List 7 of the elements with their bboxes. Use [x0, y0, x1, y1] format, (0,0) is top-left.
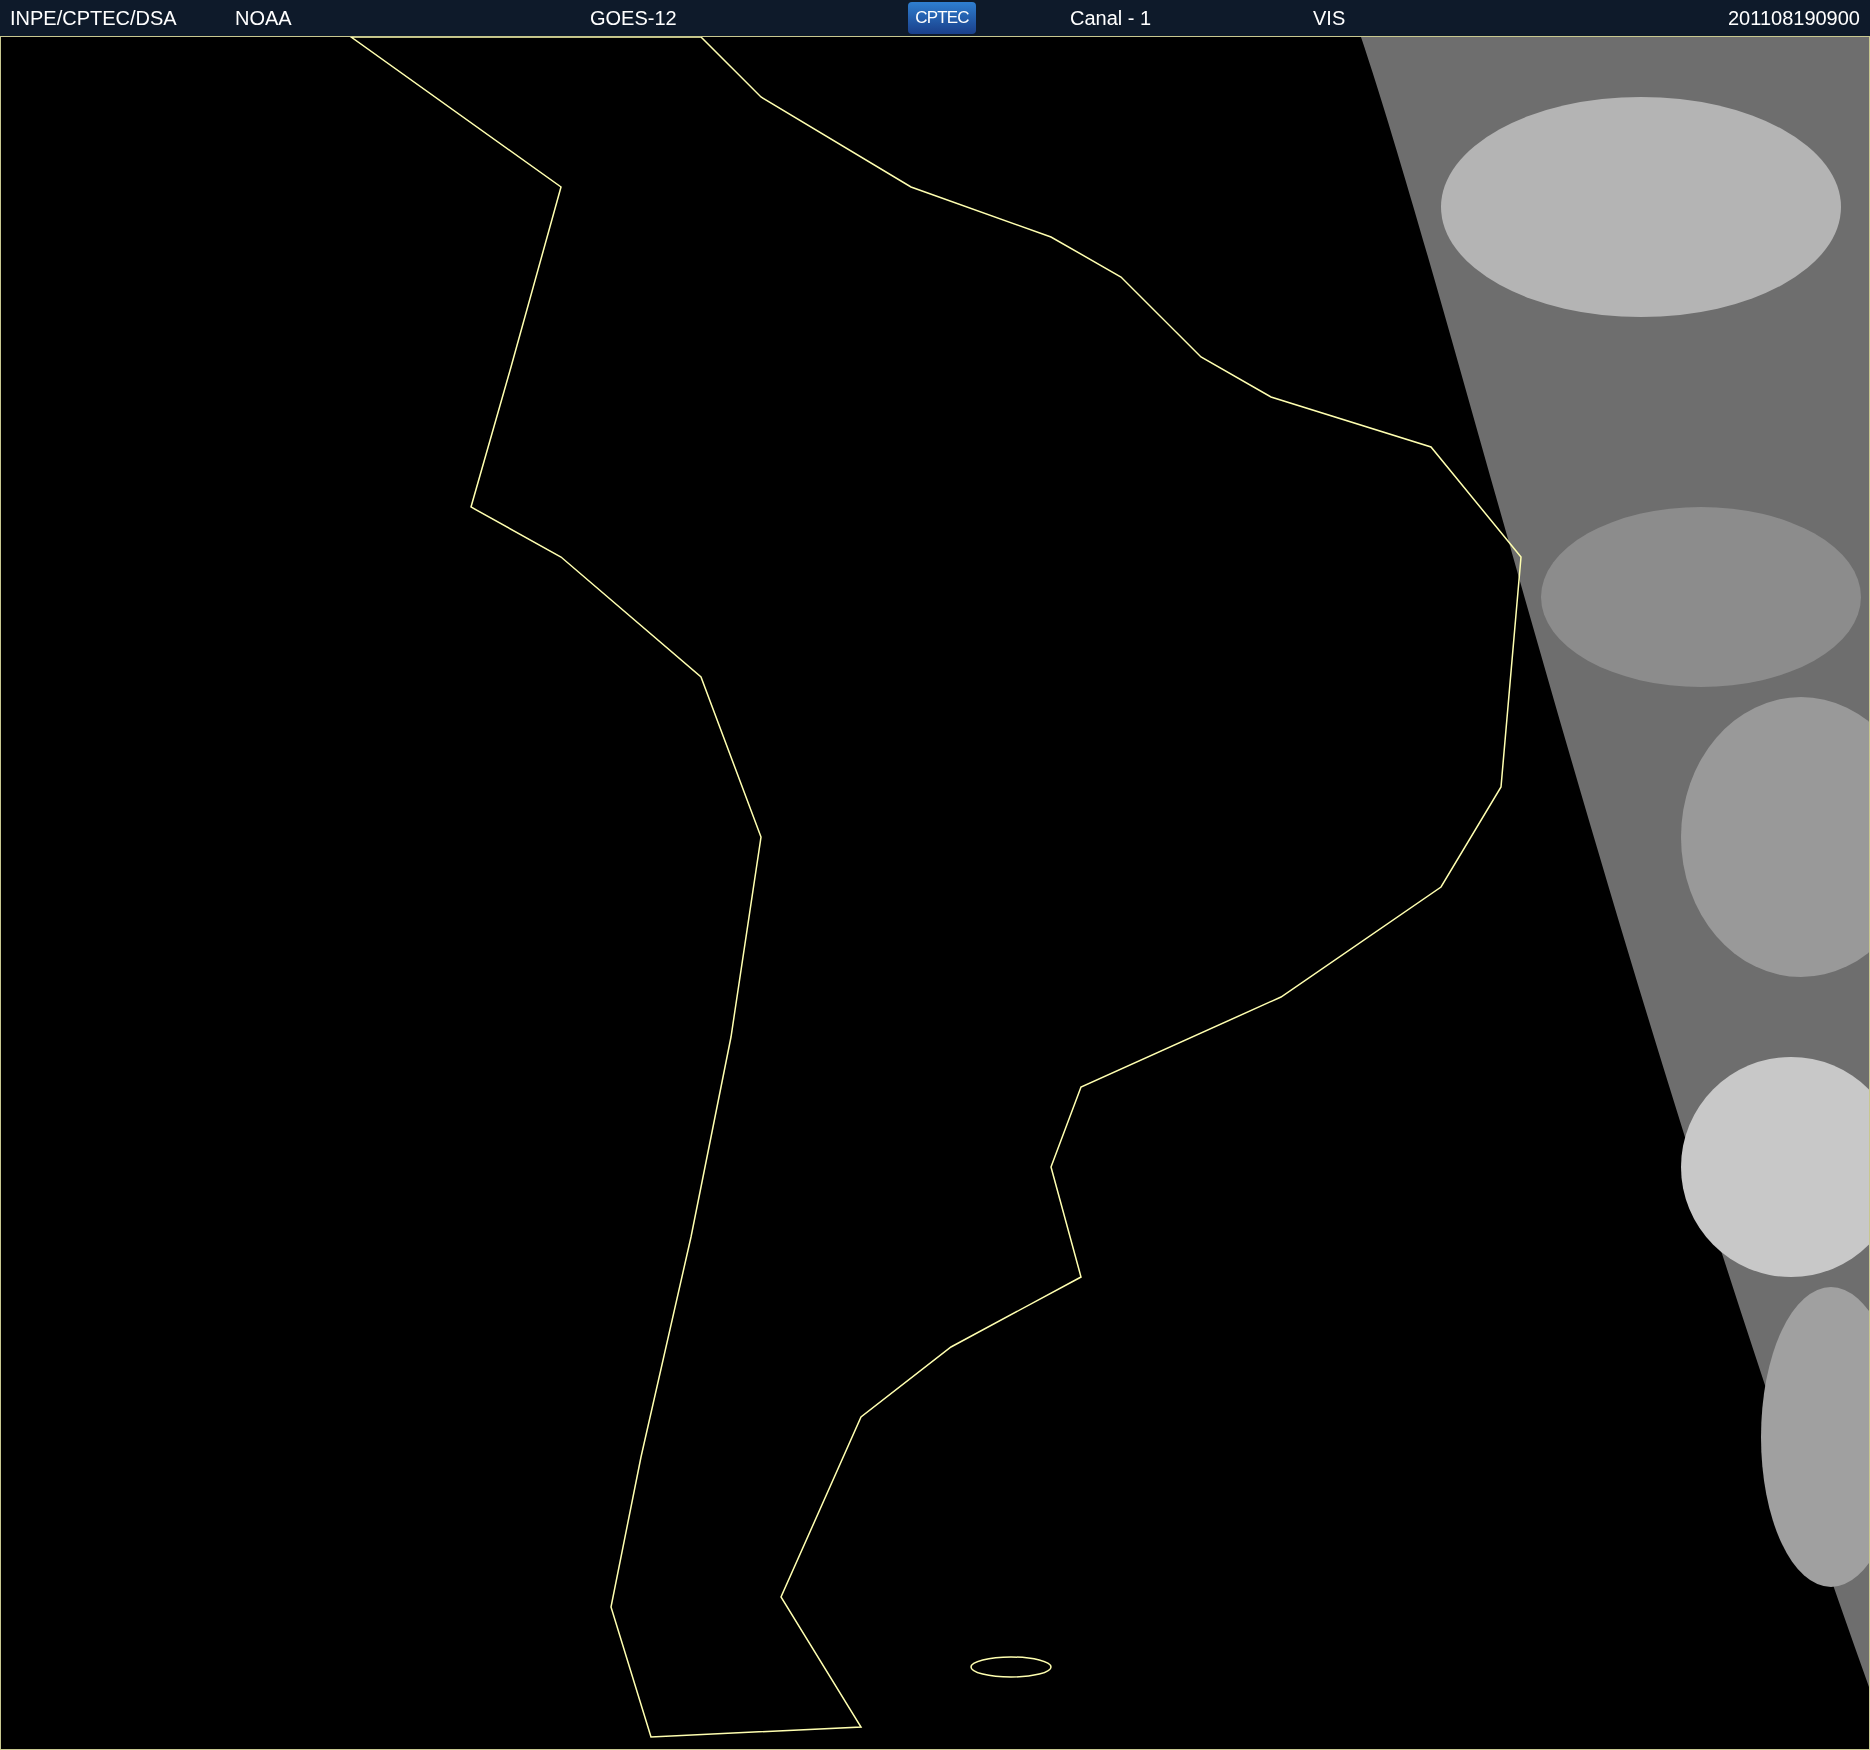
header-label: INPE/CPTEC/DSA: [10, 6, 177, 31]
header-label: Canal - 1: [1070, 6, 1152, 31]
header-label: GOES-12: [590, 6, 677, 31]
cptec-logo: CPTEC: [908, 2, 976, 34]
header-label: VIS: [1313, 6, 1346, 31]
header-label: NOAA: [235, 6, 292, 31]
header-label: 201108190900: [1728, 6, 1860, 31]
